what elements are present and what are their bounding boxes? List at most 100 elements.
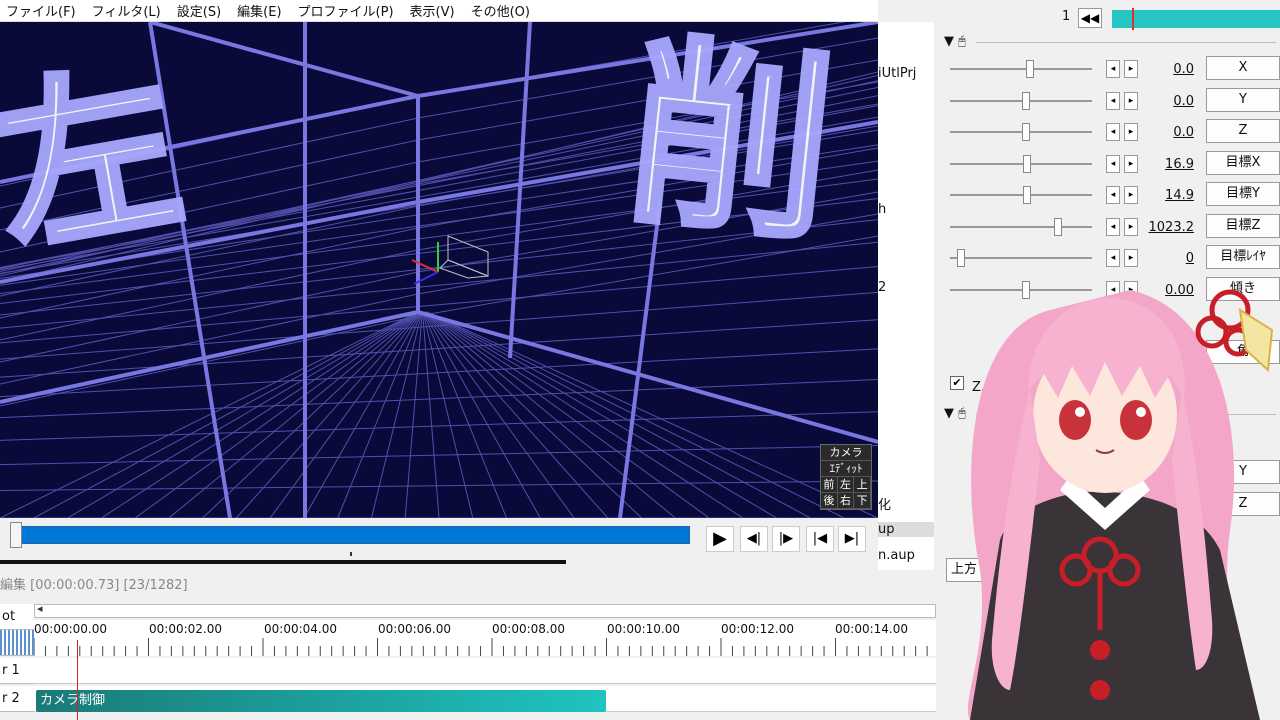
grid-scene: 左 削 [0,22,878,518]
view-back-button[interactable]: 後 [821,493,838,509]
list-item[interactable]: h [878,202,886,217]
increment-arrow-icon[interactable]: ▸ [1124,60,1138,78]
seek-track[interactable] [10,526,690,544]
next-frame-button[interactable]: |▶ [772,526,800,552]
param-name-button[interactable]: 目標X [1206,150,1280,175]
param-row: ◂ ▸ 14.9 目標Y [936,180,1280,210]
param-value[interactable]: 16.9 [1146,157,1194,172]
list-item[interactable]: iUtlPrj [878,66,916,81]
layer-header-2[interactable]: r 2 [0,686,34,712]
dress-button [1090,680,1110,700]
decrement-arrow-icon[interactable]: ◂ [1106,217,1120,236]
menu-profile[interactable]: プロファイル(P) [298,1,394,20]
view-bottom-button[interactable]: 下 [854,493,871,509]
timeline-cursor[interactable] [77,640,78,720]
view-left-button[interactable]: 左 [837,477,855,493]
param-row: ◂ ▸ 0.0 Y [936,86,1280,116]
increment-arrow-icon[interactable]: ▸ [1124,91,1138,110]
preview-viewport[interactable]: 左 削 [0,22,878,518]
slider-thumb[interactable] [956,249,965,267]
decrement-arrow-icon[interactable]: ◂ [1106,91,1120,110]
list-item[interactable]: 2 [878,280,886,295]
eye-left [1059,400,1091,440]
slider-track[interactable] [950,257,1092,259]
menu-edit[interactable]: 編集(E) [237,1,281,20]
camera-direction-grid: 前 左 上 後 右 下 [821,477,871,509]
param-name-button[interactable]: X [1206,56,1280,80]
timeline-scrollbar[interactable]: ◂ [34,602,936,618]
slider-thumb[interactable] [1023,154,1032,173]
slider-thumb[interactable] [1053,217,1062,236]
param-value[interactable]: 0.0 [1146,62,1194,77]
param-name-button[interactable]: 目標Z [1206,213,1280,238]
timeline-status: 編集 [00:00:00.73] [23/1282] [0,578,188,593]
param-value[interactable]: 0.0 [1146,94,1194,109]
param-value[interactable]: 1023.2 [1146,220,1195,235]
seek-progress-bottom [0,560,566,564]
menu-other[interactable]: その他(O) [471,1,530,20]
menu-settings[interactable]: 設定(S) [177,1,221,20]
slider-thumb[interactable] [1021,91,1030,110]
param-row: ◂ ▸ 0.0 X [936,54,1280,84]
decrement-arrow-icon[interactable]: ◂ [1106,249,1120,267]
timeline-ruler[interactable]: 00:00:00.00 00:00:02.00 00:00:04.00 00:0… [34,620,944,656]
increment-arrow-icon[interactable]: ▸ [1124,217,1138,236]
frame-bar[interactable] [1112,10,1280,28]
edit-button[interactable]: ｴﾃﾞｨｯﾄ [821,461,871,477]
param-name-button[interactable]: Z [1206,119,1280,143]
param-name-button[interactable]: Y [1206,87,1280,112]
scroll-left-icon[interactable]: ◂ [37,602,43,615]
param-value[interactable]: 0 [1146,251,1194,266]
seekbar-area: ▶ ◀| |▶ |◀ ▶| [0,518,878,564]
camera-button[interactable]: カメラ [821,445,871,461]
list-item[interactable]: 化 [878,494,891,513]
param-value[interactable]: 0.0 [1146,125,1194,140]
slider-track[interactable] [950,225,1092,228]
slider-track[interactable] [950,194,1092,196]
camera-control-clip[interactable]: カメラ制御 [36,690,606,712]
menu-view[interactable]: 表示(V) [410,1,455,20]
decrement-arrow-icon[interactable]: ◂ [1106,154,1120,173]
play-button[interactable]: ▶ [706,526,734,552]
to-end-button[interactable]: ▶| [838,526,866,552]
decrement-arrow-icon[interactable]: ◂ [1106,60,1120,78]
to-start-button[interactable]: |◀ [806,526,834,552]
ruler-time: 00:00:10.00 [607,622,680,636]
character-illustration [967,289,1274,720]
view-top-button[interactable]: 上 [854,477,871,493]
param-name-button[interactable]: 目標Y [1206,182,1280,206]
seek-tick [350,552,352,556]
increment-arrow-icon[interactable]: ▸ [1124,123,1138,141]
layer-row-1[interactable] [34,658,944,684]
slider-thumb[interactable] [1021,123,1030,141]
increment-arrow-icon[interactable]: ▸ [1124,186,1138,204]
slider-thumb[interactable] [1023,186,1032,204]
ruler-time: 00:00:04.00 [264,622,337,636]
view-front-button[interactable]: 前 [821,477,838,493]
param-row: ◂ ▸ 0.0 Z [936,117,1280,147]
audio-waveform-icon [0,630,34,656]
rewind-button[interactable]: ◀◀ [1078,8,1102,28]
group-header-1[interactable]: ▼ 🖰 [944,34,966,49]
decrement-arrow-icon[interactable]: ◂ [1106,123,1120,141]
view-right-button[interactable]: 右 [837,493,855,509]
wall-edge-left-top [149,22,419,98]
slider-track[interactable] [950,162,1092,165]
layer-header-root: ot [0,604,34,630]
slider-track[interactable] [950,68,1092,70]
menu-filter[interactable]: フィルタ(L) [92,1,161,20]
param-value[interactable]: 14.9 [1146,188,1194,203]
param-name-button[interactable]: 目標ﾚｲﾔ [1206,245,1280,269]
prev-frame-button[interactable]: ◀| [740,526,768,552]
ruler-time: 00:00:06.00 [378,622,451,636]
layer-header-1[interactable]: r 1 [0,658,34,684]
slider-thumb[interactable] [1025,60,1034,78]
menu-file[interactable]: ファイル(F) [6,1,76,20]
camera-gizmo [411,235,489,285]
hair-ribbon [1238,308,1274,373]
seek-thumb[interactable] [10,522,22,548]
ruler-time: 00:00:12.00 [721,622,794,636]
increment-arrow-icon[interactable]: ▸ [1124,249,1138,267]
decrement-arrow-icon[interactable]: ◂ [1106,186,1120,204]
increment-arrow-icon[interactable]: ▸ [1124,154,1138,173]
